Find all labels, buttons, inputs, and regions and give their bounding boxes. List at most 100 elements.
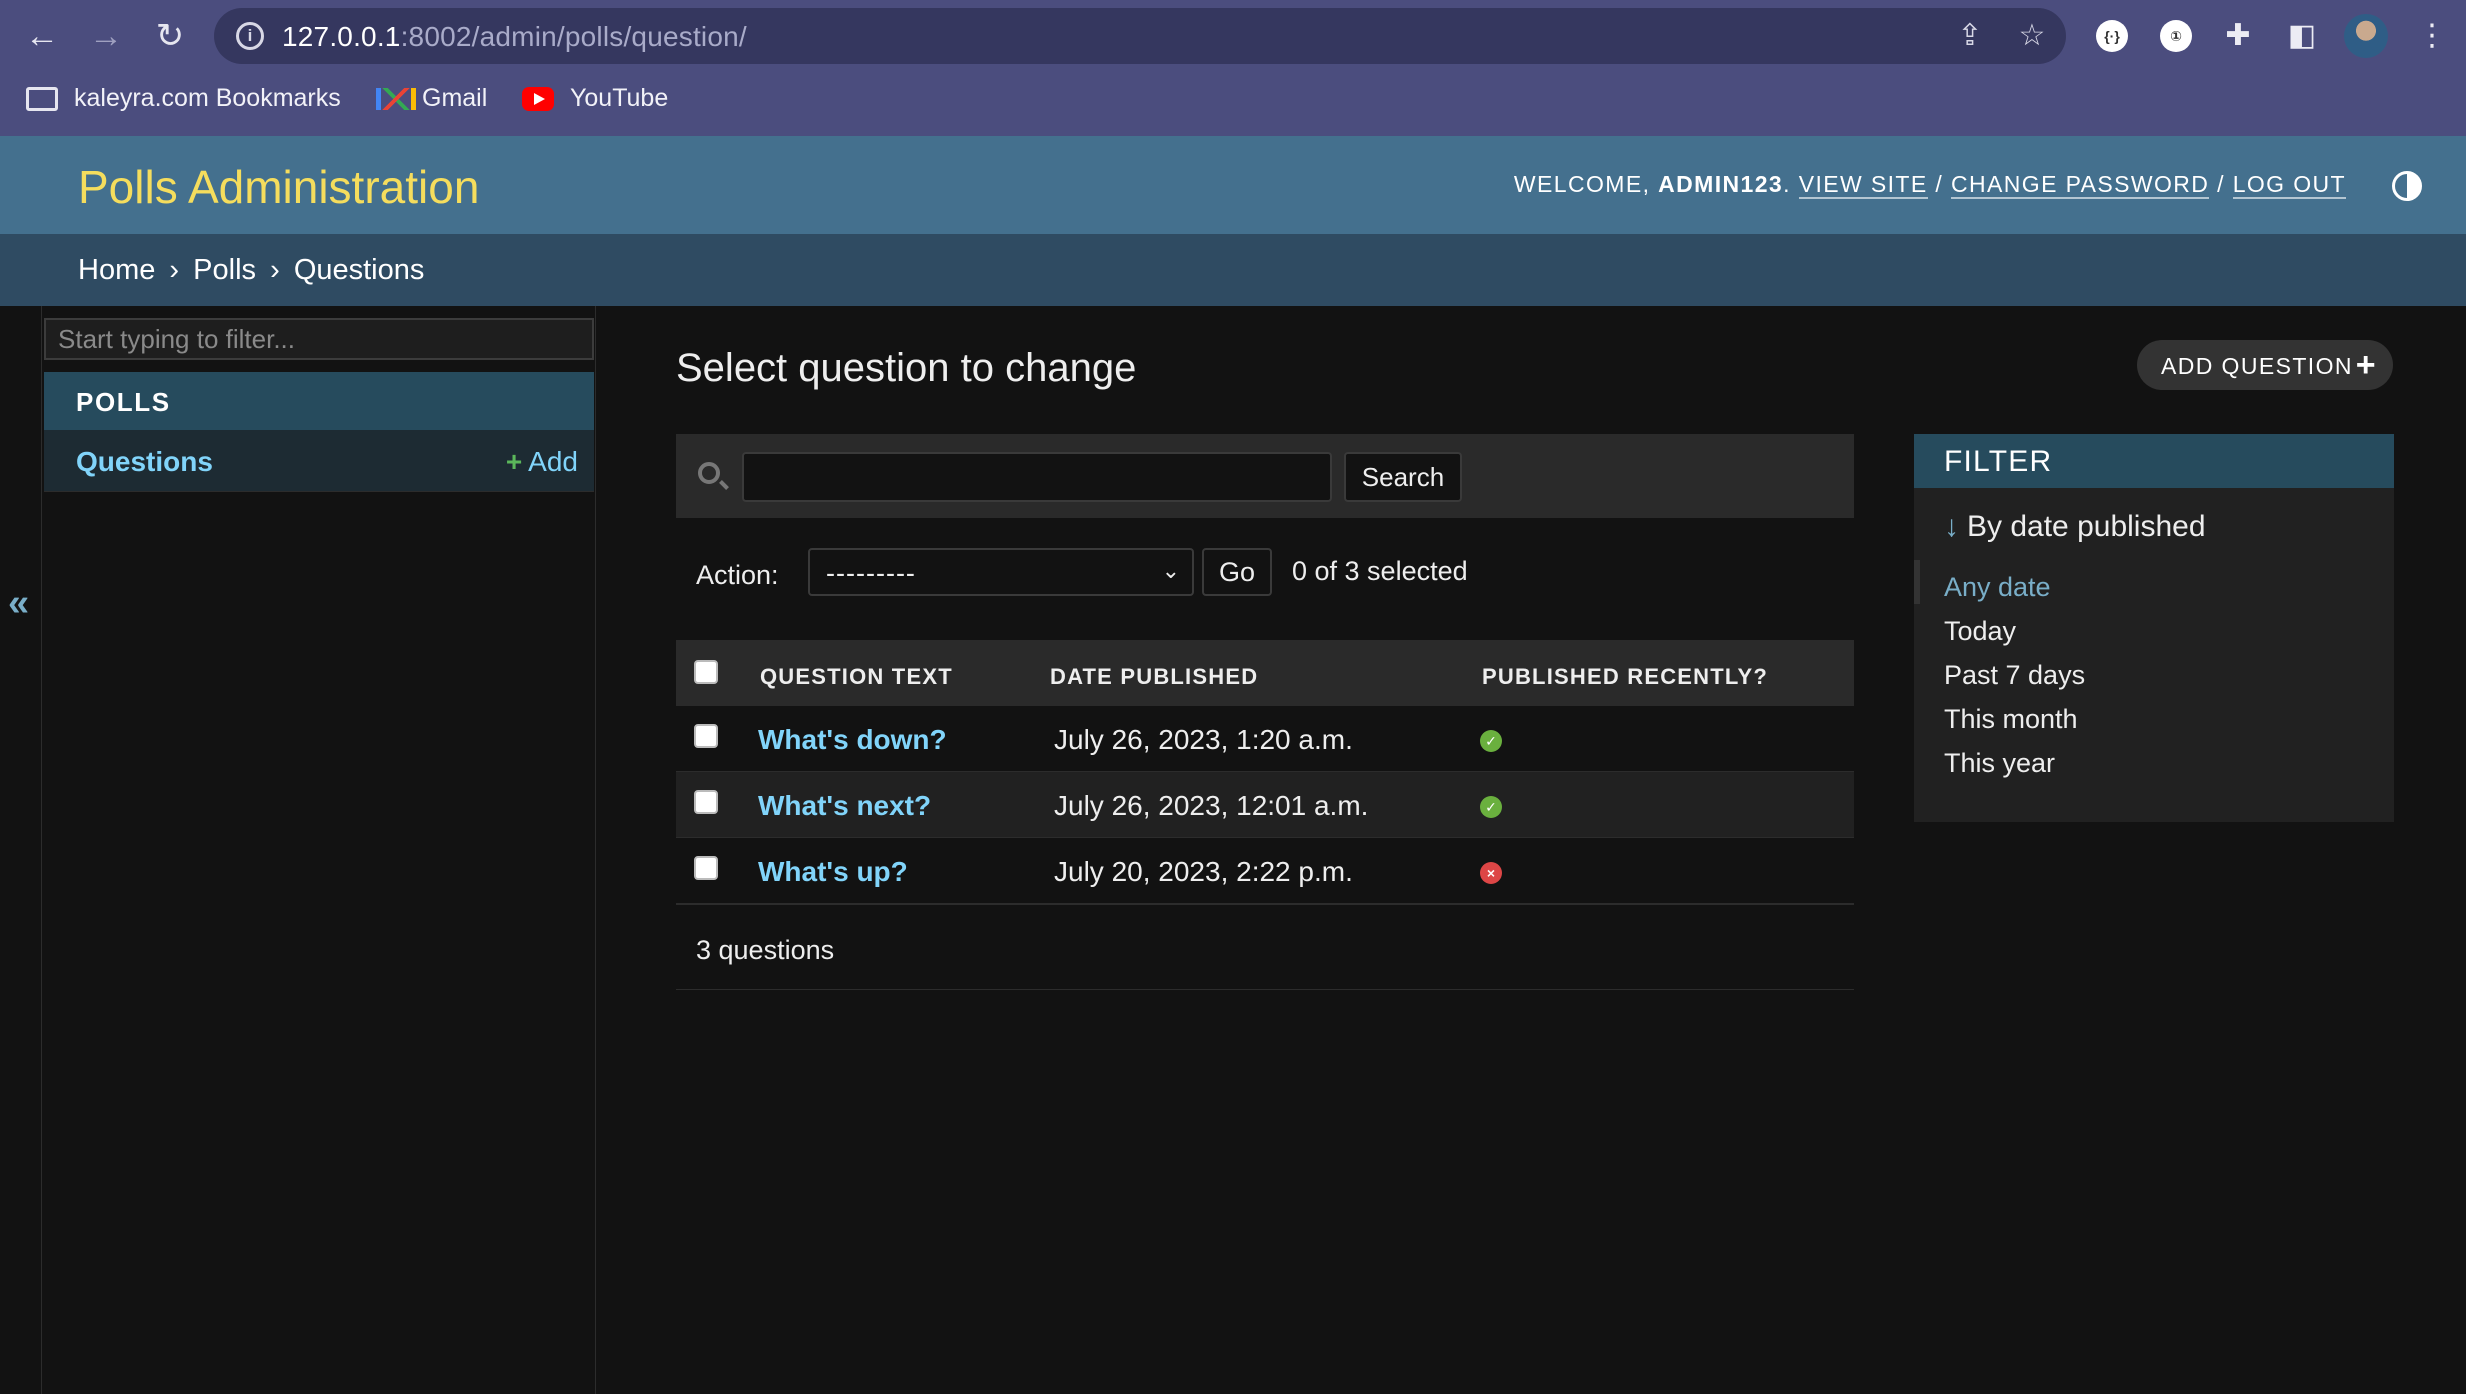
add-question-button[interactable]: ADD QUESTION +: [2137, 340, 2393, 390]
question-link[interactable]: What's next?: [758, 790, 931, 822]
youtube-icon: [522, 86, 554, 111]
share-icon[interactable]: ⇪: [1952, 18, 1988, 54]
column-date-published[interactable]: DATE PUBLISHED: [1050, 664, 1258, 690]
breadcrumb-polls[interactable]: Polls: [193, 254, 256, 286]
url-host: 127.0.0.1: [282, 21, 401, 52]
log-out-link[interactable]: LOG OUT: [2232, 171, 2346, 199]
search-input[interactable]: [742, 452, 1332, 502]
chevron-down-icon: ⌄: [1161, 558, 1180, 583]
url-text[interactable]: 127.0.0.1:8002/admin/polls/question/: [282, 21, 747, 53]
go-button[interactable]: Go: [1202, 548, 1272, 596]
table-header: QUESTION TEXT DATE PUBLISHED PUBLISHED R…: [676, 640, 1854, 706]
search-toolbar: Search: [676, 434, 1854, 518]
actions-bar: Action: --------- ⌄ Go 0 of 3 selected: [676, 542, 1854, 602]
user-tools: WELCOME, ADMIN123. VIEW SITE / CHANGE PA…: [1513, 171, 2346, 199]
sidebar-toggle[interactable]: [0, 306, 42, 1394]
question-link[interactable]: What's up?: [758, 856, 908, 888]
action-select-value: ---------: [826, 558, 916, 588]
breadcrumb-separator: ›: [270, 254, 280, 286]
breadcrumb-home[interactable]: Home: [78, 254, 155, 286]
breadcrumb-separator: ›: [169, 254, 180, 286]
folder-icon: [26, 86, 58, 111]
welcome-text: WELCOME,: [1513, 171, 1651, 197]
date-published: July 20, 2023, 2:22 p.m.: [1054, 856, 1353, 887]
filter-header: FILTER: [1914, 434, 2394, 488]
sidebar-filter-input[interactable]: [44, 318, 594, 360]
check-icon: ✓: [1480, 730, 1502, 752]
filter-option-this-month[interactable]: This month: [1944, 704, 2078, 735]
action-label: Action:: [696, 560, 779, 590]
date-published: July 26, 2023, 1:20 a.m.: [1054, 724, 1353, 755]
row-checkbox[interactable]: [694, 856, 718, 880]
search-button[interactable]: Search: [1344, 452, 1462, 502]
profile-avatar[interactable]: [2344, 14, 2388, 58]
bookmark-folder[interactable]: kaleyra.com Bookmarks: [26, 84, 341, 113]
add-label: Add: [528, 446, 578, 477]
browser-chrome: ← → ↻ i 127.0.0.1:8002/admin/polls/quest…: [0, 0, 2466, 136]
bookmark-label: Gmail: [422, 84, 488, 112]
table-row: What's next? July 26, 2023, 12:01 a.m. ✓: [676, 772, 1854, 838]
sidebar-item-questions: Questions + Add: [44, 430, 594, 492]
site-info-icon[interactable]: i: [236, 22, 264, 50]
bookmark-star-icon[interactable]: ☆: [2014, 18, 2050, 54]
plus-icon: +: [2355, 346, 2377, 384]
paginator: 3 questions: [676, 904, 1854, 990]
filter-section-toggle[interactable]: ↓ By date published: [1944, 510, 2206, 544]
arrow-down-icon: ↓: [1944, 510, 1959, 543]
add-question-label: ADD QUESTION: [2161, 353, 2353, 379]
side-panel-icon[interactable]: ◧: [2280, 14, 2324, 58]
url-path: :8002/admin/polls/question/: [400, 21, 747, 52]
forward-icon[interactable]: →: [84, 14, 128, 58]
site-title[interactable]: Polls Administration: [78, 160, 479, 214]
extension-icon[interactable]: {·}: [2096, 20, 2128, 52]
selected-marker: [1914, 560, 1920, 604]
sidebar-add-link[interactable]: + Add: [506, 446, 578, 478]
bookmark-label: YouTube: [570, 84, 669, 112]
app-caption-polls[interactable]: POLLS: [44, 372, 594, 430]
filter-option-this-year[interactable]: This year: [1944, 748, 2055, 779]
table-row: What's down? July 26, 2023, 1:20 a.m. ✓: [676, 706, 1854, 772]
cross-icon: ×: [1480, 862, 1502, 884]
gmail-icon: [376, 87, 416, 110]
theme-toggle-icon[interactable]: [2392, 171, 2422, 201]
username: ADMIN123: [1658, 171, 1784, 197]
bookmark-gmail[interactable]: Gmail: [376, 84, 487, 113]
breadcrumb: Home › Polls › Questions: [0, 234, 2466, 306]
filter-title: FILTER: [1944, 445, 2053, 478]
date-published: July 26, 2023, 12:01 a.m.: [1054, 790, 1369, 821]
search-icon: [698, 462, 720, 484]
page-title: Select question to change: [676, 346, 1137, 390]
plus-icon: +: [505, 446, 523, 477]
select-all-checkbox[interactable]: [694, 660, 718, 684]
browser-toolbar: ← → ↻ i 127.0.0.1:8002/admin/polls/quest…: [0, 0, 2466, 72]
puzzle-icon[interactable]: ✚: [2216, 14, 2260, 58]
bookmark-youtube[interactable]: YouTube: [522, 84, 668, 113]
back-icon[interactable]: ←: [20, 14, 64, 58]
bookmarks-bar: kaleyra.com Bookmarks Gmail YouTube: [0, 78, 2466, 120]
filter-option-any-date[interactable]: Any date: [1944, 572, 2051, 603]
menu-kebab-icon[interactable]: ⋮: [2410, 14, 2454, 58]
password-manager-icon[interactable]: ①: [2160, 20, 2192, 52]
collapse-sidebar-icon[interactable]: «: [8, 582, 29, 625]
column-question-text[interactable]: QUESTION TEXT: [760, 664, 953, 690]
question-link[interactable]: What's down?: [758, 724, 947, 756]
bookmark-label: kaleyra.com Bookmarks: [74, 84, 341, 112]
app-caption-label: POLLS: [76, 387, 171, 417]
breadcrumb-current: Questions: [293, 254, 425, 286]
action-select[interactable]: --------- ⌄: [808, 548, 1194, 596]
column-published-recently: PUBLISHED RECENTLY?: [1482, 664, 1769, 689]
filter-option-today[interactable]: Today: [1944, 616, 2016, 647]
selection-counter: 0 of 3 selected: [1292, 556, 1468, 586]
check-icon: ✓: [1480, 796, 1502, 818]
site-header: Polls Administration WELCOME, ADMIN123. …: [0, 136, 2466, 234]
sidebar-questions-link[interactable]: Questions: [76, 446, 213, 478]
filter-option-past-7-days[interactable]: Past 7 days: [1944, 660, 2085, 691]
separator: /: [1935, 171, 1944, 197]
reload-icon[interactable]: ↻: [148, 14, 192, 58]
view-site-link[interactable]: VIEW SITE: [1798, 171, 1928, 199]
change-password-link[interactable]: CHANGE PASSWORD: [1951, 171, 2210, 199]
row-checkbox[interactable]: [694, 790, 718, 814]
address-bar[interactable]: i 127.0.0.1:8002/admin/polls/question/ ⇪…: [214, 8, 2066, 64]
filter-section-label: By date published: [1967, 510, 2206, 543]
row-checkbox[interactable]: [694, 724, 718, 748]
